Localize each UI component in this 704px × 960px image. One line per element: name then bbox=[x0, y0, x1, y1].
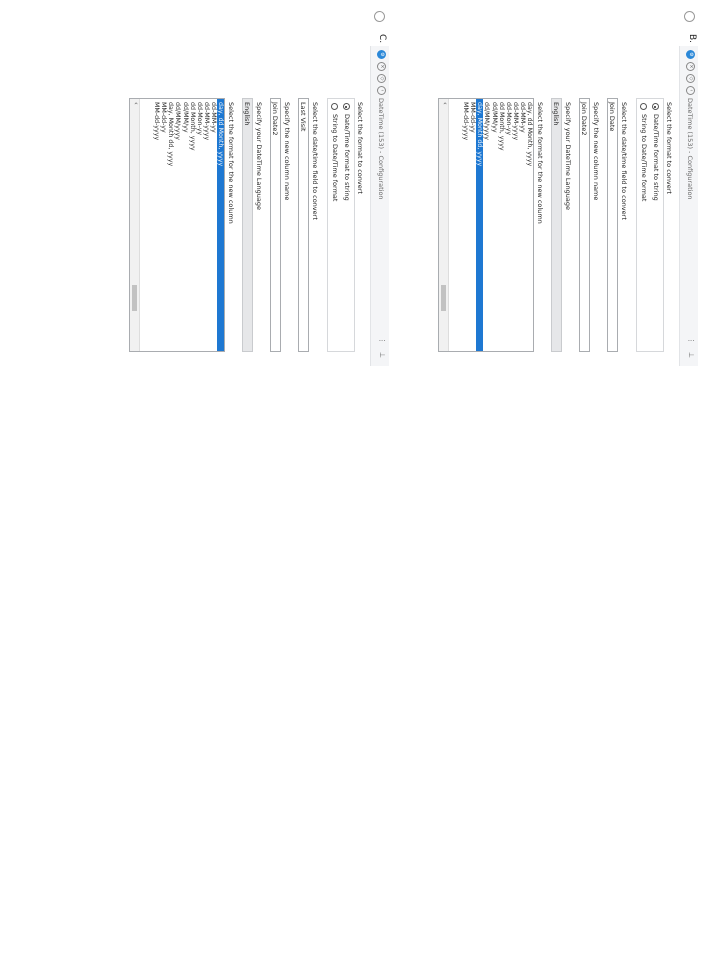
radio-dot-selected bbox=[652, 103, 659, 110]
radio-dot-selected bbox=[343, 103, 350, 110]
close-icon[interactable]: × bbox=[686, 62, 695, 71]
radio-string-to-datetime[interactable]: String to Date/Time format bbox=[640, 103, 648, 201]
scrollbar-thumb[interactable] bbox=[441, 285, 446, 311]
radio-datetime-to-string[interactable]: Date/Time format to string bbox=[652, 103, 660, 201]
back-icon[interactable]: ‹ bbox=[686, 86, 695, 95]
format-list-item[interactable]: dd-MM-yyyy bbox=[203, 99, 210, 351]
format-list-item[interactable]: dd Month, yyyy bbox=[189, 99, 196, 351]
list-label: Select the format for the new column bbox=[227, 102, 235, 224]
option-b-letter: B. bbox=[687, 34, 697, 44]
field-label: Select the date/time field to convert bbox=[620, 102, 628, 220]
more-menu-icon[interactable]: ⋮ bbox=[378, 337, 386, 344]
radio-string-to-datetime[interactable]: String to Date/Time format bbox=[331, 103, 339, 201]
format-label: Select the format to convert bbox=[356, 102, 364, 194]
chevron-down-icon: ‹ bbox=[300, 102, 308, 105]
newcol-input-value: Join Date2 bbox=[580, 102, 588, 136]
chevron-down-icon: ‹ bbox=[244, 102, 252, 105]
newcol-label: Specify the new column name bbox=[592, 102, 600, 201]
format-list-item[interactable]: dd/MM/yy bbox=[490, 99, 498, 351]
tag-icon[interactable]: ◇ bbox=[377, 74, 386, 83]
back-icon[interactable]: ‹ bbox=[377, 86, 386, 95]
format-list-item[interactable]: MM-dd-yyyy bbox=[462, 99, 469, 351]
panel-title: DateTime (153) - Configuration bbox=[377, 98, 385, 200]
format-radio-group: Date/Time format to string String to Dat… bbox=[327, 98, 355, 352]
panel-header: ⚙ × ◇ ‹ DateTime (153) - Configuration ⋮… bbox=[370, 46, 389, 366]
panel-title: DateTime (153) - Configuration bbox=[686, 98, 694, 200]
more-menu-icon[interactable]: ⋮ bbox=[687, 337, 695, 344]
format-list-item[interactable]: MM-dd-yy bbox=[469, 99, 476, 351]
scroll-left-icon[interactable]: ‹ bbox=[441, 102, 449, 105]
field-select[interactable]: Join Date ‹ bbox=[607, 98, 618, 352]
pin-icon[interactable]: ⊥ bbox=[687, 352, 695, 358]
format-list-item[interactable]: dd Month, yyyy bbox=[498, 99, 505, 351]
newcol-input-value: Join Date2 bbox=[271, 102, 279, 136]
language-label: Specify your DateTime Language bbox=[255, 102, 263, 210]
newcol-input[interactable]: Join Date2 bbox=[579, 98, 590, 352]
format-list-item[interactable]: dd-Mon-yy bbox=[196, 99, 203, 351]
format-list-item[interactable]: dd/MM/yyyy bbox=[174, 99, 181, 351]
option-c-config-panel: ⚙ × ◇ ‹ DateTime (153) - Configuration ⋮… bbox=[119, 46, 389, 366]
format-list-item[interactable]: day, dd Month, yyyy bbox=[216, 99, 224, 351]
field-label: Select the date/time field to convert bbox=[311, 102, 319, 220]
format-list[interactable]: day, dd Month, yyyy dd-MM-yy dd-MM-yyyy dd-… bbox=[438, 98, 534, 352]
format-list-item[interactable]: dd-MM-yyyy bbox=[512, 99, 519, 351]
language-select[interactable]: English ‹ bbox=[551, 98, 562, 352]
format-list-item[interactable]: dd-MM-yy bbox=[210, 99, 217, 351]
chevron-down-icon: ‹ bbox=[609, 102, 617, 105]
gear-icon[interactable]: ⚙ bbox=[377, 50, 386, 59]
tag-icon[interactable]: ◇ bbox=[686, 74, 695, 83]
option-b-config-panel: ⚙ × ◇ ‹ DateTime (153) - Configuration ⋮… bbox=[428, 46, 698, 366]
panel-header: ⚙ × ◇ ‹ DateTime (153) - Configuration ⋮… bbox=[679, 46, 698, 366]
language-select[interactable]: English ‹ bbox=[242, 98, 253, 352]
horizontal-scrollbar[interactable]: ‹ bbox=[130, 99, 140, 351]
pin-icon[interactable]: ⊥ bbox=[378, 352, 386, 358]
close-icon[interactable]: × bbox=[377, 62, 386, 71]
format-list-item[interactable]: MM-dd-yy bbox=[160, 99, 167, 351]
format-list-item[interactable]: MM-dd-yyyy bbox=[153, 99, 160, 351]
radio-datetime-to-string[interactable]: Date/Time format to string bbox=[343, 103, 351, 201]
newcol-input[interactable]: Join Date2 bbox=[270, 98, 281, 352]
list-label: Select the format for the new column bbox=[536, 102, 544, 224]
format-list-item[interactable]: day, Month dd, yyyy bbox=[167, 99, 174, 351]
format-list-item[interactable]: dd/MM/yy bbox=[181, 99, 189, 351]
format-list[interactable]: day, dd Month, yyyy dd-MM-yy dd-MM-yyyy dd-… bbox=[129, 98, 225, 352]
field-select[interactable]: Last Visit ‹ bbox=[298, 98, 309, 352]
format-list-item[interactable]: day, Month dd, yyyy bbox=[476, 99, 484, 351]
format-radio-group: Date/Time format to string String to Dat… bbox=[636, 98, 664, 352]
radio-dot bbox=[331, 103, 338, 110]
format-list-item[interactable]: day, dd Month, yyyy bbox=[526, 99, 533, 351]
option-c-letter: C. bbox=[377, 34, 387, 44]
scrollbar-thumb[interactable] bbox=[132, 285, 137, 311]
radio-dot bbox=[640, 103, 647, 110]
gear-icon[interactable]: ⚙ bbox=[686, 50, 695, 59]
option-c-radio[interactable] bbox=[374, 11, 385, 22]
scroll-left-icon[interactable]: ‹ bbox=[132, 102, 140, 105]
language-label: Specify your DateTime Language bbox=[564, 102, 572, 210]
option-b-radio[interactable] bbox=[684, 11, 695, 22]
horizontal-scrollbar[interactable]: ‹ bbox=[439, 99, 449, 351]
format-list-item[interactable]: dd-MM-yy bbox=[519, 99, 526, 351]
format-label: Select the format to convert bbox=[665, 102, 673, 194]
format-list-item[interactable]: dd/MM/yyyy bbox=[483, 99, 490, 351]
format-list-item[interactable]: dd-Mon-yy bbox=[505, 99, 512, 351]
newcol-label: Specify the new column name bbox=[283, 102, 291, 201]
chevron-down-icon: ‹ bbox=[553, 102, 561, 105]
